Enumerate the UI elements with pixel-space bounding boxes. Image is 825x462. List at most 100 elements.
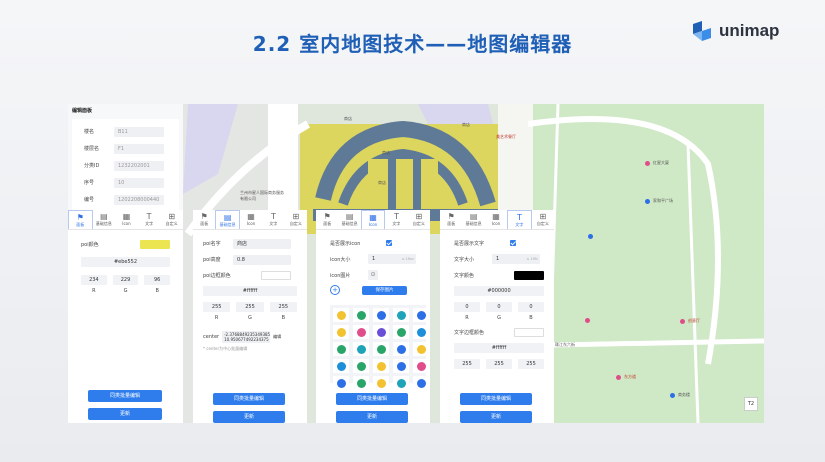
- batch-edit-button[interactable]: 同类批量编辑: [88, 390, 162, 402]
- poi-height-input[interactable]: 0.8: [233, 254, 291, 265]
- icon-option[interactable]: [333, 376, 349, 390]
- icon-option[interactable]: [393, 359, 409, 373]
- border-b-input[interactable]: 255: [518, 359, 544, 369]
- tab-text[interactable]: T 文字: [507, 210, 532, 229]
- update-button[interactable]: 更新: [460, 411, 532, 423]
- text-border-color-swatch[interactable]: [514, 327, 544, 337]
- g-input[interactable]: 229: [112, 275, 139, 285]
- update-button[interactable]: 更新: [336, 411, 408, 423]
- update-button[interactable]: 更新: [88, 408, 162, 420]
- icon-option[interactable]: [333, 359, 349, 373]
- center-edit-button[interactable]: 编辑: [273, 334, 281, 340]
- g-input[interactable]: 255: [236, 302, 264, 312]
- icon-option[interactable]: [353, 342, 369, 356]
- tab-text[interactable]: T 文字: [138, 210, 161, 229]
- poi-name-input[interactable]: 商店: [233, 238, 291, 249]
- field-input[interactable]: 1232202001: [114, 160, 164, 171]
- tab-custom[interactable]: ⊞ 自定义: [408, 210, 430, 229]
- map-poi-icon[interactable]: [645, 161, 650, 166]
- icon-option[interactable]: [373, 308, 389, 322]
- tab-basic-info[interactable]: ▤ 基础信息: [338, 210, 360, 229]
- poi-category-icon: [356, 378, 366, 388]
- tab-icon[interactable]: ▦ Icon: [360, 210, 386, 229]
- tab-custom[interactable]: ⊞ 自定义: [285, 210, 307, 229]
- border-g-input[interactable]: 255: [486, 359, 512, 369]
- icon-option[interactable]: [353, 308, 369, 322]
- map-poi-icon[interactable]: [585, 318, 590, 323]
- zoom-control[interactable]: T2: [744, 397, 758, 411]
- hex-input[interactable]: #ffffff: [203, 286, 297, 296]
- icon-option[interactable]: [373, 325, 389, 339]
- show-icon-checkbox[interactable]: [386, 240, 392, 246]
- icon-option[interactable]: [353, 325, 369, 339]
- tab-icon[interactable]: ▦ Icon: [240, 210, 262, 229]
- icon-size-input[interactable]: 1 ≤ 1fixc: [368, 254, 416, 264]
- tab-text[interactable]: T 文字: [262, 210, 284, 229]
- icon-option[interactable]: [333, 342, 349, 356]
- g-input[interactable]: 0: [486, 302, 512, 312]
- map-poi-icon[interactable]: [645, 199, 650, 204]
- tab-appearance[interactable]: ⚑ 面板: [316, 210, 338, 229]
- icon-option[interactable]: [333, 308, 349, 322]
- b-input[interactable]: 255: [269, 302, 297, 312]
- update-button[interactable]: 更新: [213, 411, 285, 423]
- icon-option[interactable]: [413, 325, 429, 339]
- tab-basic-info[interactable]: ▤ 基础信息: [93, 210, 116, 229]
- show-text-checkbox[interactable]: [510, 240, 516, 246]
- r-input[interactable]: 234: [81, 275, 107, 285]
- hex-input[interactable]: #ebe552: [81, 257, 170, 267]
- batch-edit-button[interactable]: 同类批量编辑: [213, 393, 285, 405]
- r-input[interactable]: 0: [454, 302, 480, 312]
- icon-option[interactable]: [393, 376, 409, 390]
- icon-option[interactable]: [353, 376, 369, 390]
- field-input[interactable]: 1202208000440: [114, 194, 164, 205]
- r-input[interactable]: 255: [203, 302, 231, 312]
- tab-icon[interactable]: ▦ Icon: [485, 210, 507, 229]
- add-icon[interactable]: +: [330, 285, 340, 295]
- icon-option[interactable]: [413, 376, 429, 390]
- save-image-button[interactable]: 保存图片: [362, 285, 407, 295]
- field-input[interactable]: F1: [114, 143, 164, 154]
- poi-border-color-swatch[interactable]: [261, 271, 291, 280]
- tab-custom[interactable]: ⊞ 自定义: [160, 210, 183, 229]
- text-color-swatch[interactable]: [514, 270, 544, 280]
- tab-basic-info[interactable]: ▤ 基础信息: [462, 210, 484, 229]
- border-hex-input[interactable]: #ffffff: [454, 343, 544, 353]
- map-poi-icon[interactable]: [588, 234, 593, 239]
- tab-appearance[interactable]: ⚑ 面板: [193, 210, 215, 229]
- icon-option[interactable]: [413, 308, 429, 322]
- tab-basic-info[interactable]: ▤ 基础信息: [215, 210, 240, 229]
- icon-image-preview[interactable]: ⊙: [368, 270, 378, 280]
- batch-edit-button[interactable]: 同类批量编辑: [460, 393, 532, 405]
- slide: 2.2 室内地图技术——地图编辑器 unimap 商店 商店 商店 商店 兰州市…: [0, 0, 825, 462]
- icon-option[interactable]: [413, 342, 429, 356]
- field-input[interactable]: B11: [114, 126, 164, 137]
- field-input[interactable]: 10: [114, 177, 164, 188]
- icon-option[interactable]: [333, 325, 349, 339]
- icon-option[interactable]: [373, 342, 389, 356]
- icon-option[interactable]: [393, 325, 409, 339]
- tab-appearance[interactable]: ⚑ 面板: [68, 210, 93, 229]
- tab-icon[interactable]: ▦ Icon: [115, 210, 138, 229]
- tab-text[interactable]: T 文字: [385, 210, 407, 229]
- tab-appearance[interactable]: ⚑ 面板: [440, 210, 462, 229]
- icon-option[interactable]: [373, 376, 389, 390]
- batch-edit-button[interactable]: 同类批量编辑: [336, 393, 408, 405]
- map-poi-icon[interactable]: [616, 375, 621, 380]
- poi-color-swatch[interactable]: [140, 240, 170, 249]
- center-input[interactable]: -2.3768849235349385 10.950677492234375: [222, 331, 271, 343]
- text-size-input[interactable]: 1 ≤ 1fifc: [492, 254, 540, 264]
- icon-option[interactable]: [393, 308, 409, 322]
- icon-option[interactable]: [373, 359, 389, 373]
- b-input[interactable]: 0: [518, 302, 544, 312]
- map-poi-icon[interactable]: [680, 319, 685, 324]
- map-poi-icon[interactable]: [670, 393, 675, 398]
- border-r-input[interactable]: 255: [454, 359, 480, 369]
- icon-option[interactable]: [393, 342, 409, 356]
- b-input[interactable]: 96: [144, 275, 171, 285]
- icon-option[interactable]: [413, 359, 429, 373]
- tab-custom[interactable]: ⊞ 自定义: [532, 210, 554, 229]
- hex-input[interactable]: #000000: [454, 286, 544, 296]
- icon-option[interactable]: [353, 359, 369, 373]
- panel-tabs: ⚑ 面板 ▤ 基础信息 ▦ Icon T 文字 ⊞ 自定义: [193, 210, 307, 230]
